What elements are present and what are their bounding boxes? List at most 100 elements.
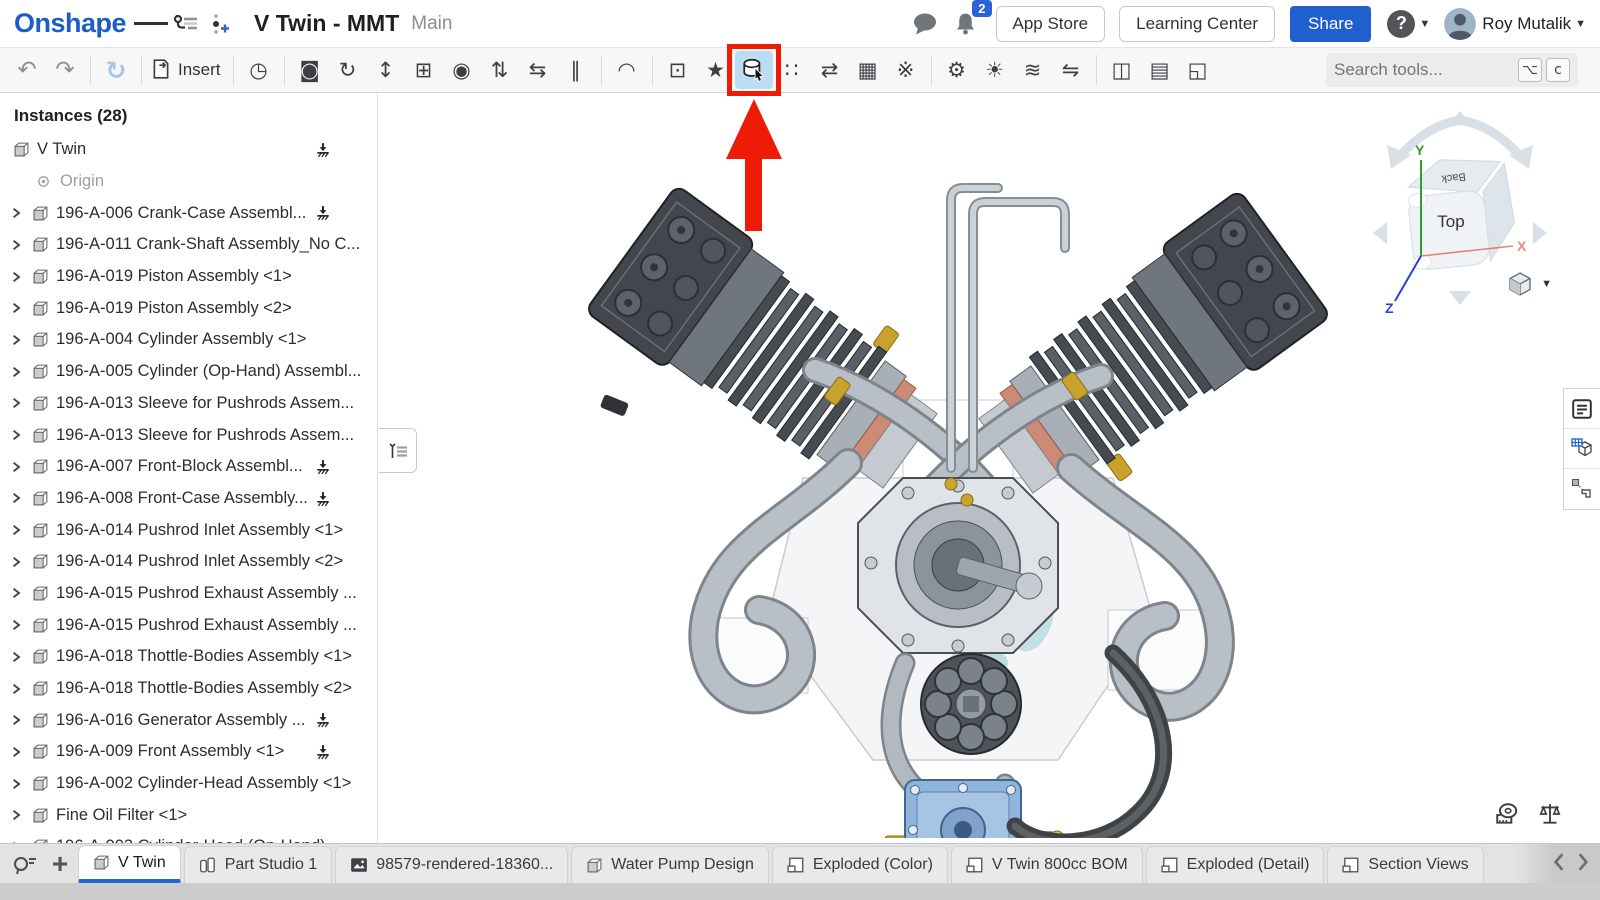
rollback-sync-button[interactable]: ↻: [97, 51, 135, 89]
app-store-button[interactable]: App Store: [996, 6, 1106, 42]
undo-button[interactable]: ↶: [8, 51, 46, 89]
tree-row[interactable]: 196-A-019 Piston Assembly <2>: [0, 292, 377, 324]
spring-button[interactable]: ≋: [1014, 51, 1052, 89]
branch-create-icon[interactable]: [202, 7, 236, 41]
mate-connector-button[interactable]: ★: [697, 51, 735, 89]
tree-row[interactable]: 196-A-016 Generator Assembly ...: [0, 704, 377, 736]
help-caret-icon[interactable]: ▼: [1419, 18, 1430, 30]
bom-button[interactable]: ▤: [1141, 51, 1179, 89]
expand-chevron-icon[interactable]: [10, 714, 32, 726]
expand-chevron-icon[interactable]: [10, 302, 32, 314]
expand-chevron-icon[interactable]: [10, 778, 32, 790]
expand-chevron-icon[interactable]: [10, 461, 32, 473]
tree-row[interactable]: 196-A-009 Front Assembly <1>: [0, 736, 377, 768]
mate-planar-button[interactable]: ⊞: [405, 51, 443, 89]
expand-chevron-icon[interactable]: [10, 683, 32, 695]
mate-cylindrical-button[interactable]: ⇅: [481, 51, 519, 89]
expand-chevron-icon[interactable]: [10, 746, 32, 758]
section-view-button[interactable]: ◫: [1103, 51, 1141, 89]
versions-icon[interactable]: [168, 7, 202, 41]
mate-revolute-button[interactable]: ↻: [329, 51, 367, 89]
update-in-context-button[interactable]: ⇄: [811, 51, 849, 89]
expand-chevron-icon[interactable]: [10, 239, 32, 251]
box-select-button[interactable]: ⊡: [659, 51, 697, 89]
main-menu-icon[interactable]: [134, 7, 168, 41]
expand-chevron-icon[interactable]: [10, 397, 32, 409]
share-button[interactable]: Share: [1290, 6, 1371, 42]
tab-part-studio-1[interactable]: Part Studio 1: [184, 846, 333, 883]
expand-chevron-icon[interactable]: [10, 334, 32, 346]
tree-row[interactable]: V Twin: [0, 134, 377, 166]
feature-list-flyout-toggle[interactable]: [379, 428, 417, 473]
mate-ball-button[interactable]: ◉: [443, 51, 481, 89]
tab-v-twin[interactable]: V Twin: [78, 845, 181, 883]
tree-row[interactable]: 196-A-006 Crank-Case Assembl...: [0, 197, 377, 229]
tab-98579-rendered-18360[interactable]: 98579-rendered-18360...: [335, 846, 568, 883]
mate-fastened-button[interactable]: ◙: [291, 51, 329, 89]
expand-chevron-icon[interactable]: [10, 651, 32, 663]
tree-row[interactable]: 196-A-019 Piston Assembly <1>: [0, 261, 377, 293]
expand-chevron-icon[interactable]: [10, 524, 32, 536]
mass-properties-icon[interactable]: [1538, 802, 1562, 829]
expand-chevron-icon[interactable]: [10, 587, 32, 599]
measure-icon[interactable]: [1494, 802, 1520, 829]
redo-button[interactable]: ↷: [46, 51, 84, 89]
sprocket-button[interactable]: ☀: [976, 51, 1014, 89]
expand-chevron-icon[interactable]: [10, 809, 32, 821]
tree-row[interactable]: 196-A-015 Pushrod Exhaust Assembly ...: [0, 578, 377, 610]
exploded-view-button[interactable]: ◱: [1179, 51, 1217, 89]
insert-button[interactable]: Insert: [148, 51, 227, 89]
search-tools-box[interactable]: ⌥ c: [1326, 53, 1578, 87]
circular-pattern-button[interactable]: ※: [887, 51, 925, 89]
user-menu-caret-icon[interactable]: ▼: [1575, 18, 1586, 30]
user-name[interactable]: Roy Mutalik: [1482, 14, 1571, 34]
tree-row[interactable]: 196-A-018 Thottle-Bodies Assembly <2>: [0, 673, 377, 705]
tabs-scroll-left-icon[interactable]: [1552, 852, 1566, 875]
tab-v-twin-800cc-bom[interactable]: V Twin 800cc BOM: [951, 846, 1143, 883]
tab-section-views[interactable]: Section Views: [1327, 846, 1483, 883]
manage-tabs-search-icon[interactable]: [6, 844, 42, 883]
mate-slider-button[interactable]: ↕: [367, 51, 405, 89]
tree-row[interactable]: 196-A-004 Cylinder Assembly <1>: [0, 324, 377, 356]
configurations-panel-button[interactable]: [1564, 469, 1600, 509]
help-icon[interactable]: ?: [1387, 10, 1415, 38]
expand-chevron-icon[interactable]: [10, 619, 32, 631]
tab-exploded-color[interactable]: Exploded (Color): [772, 846, 948, 883]
chat-icon[interactable]: [909, 7, 943, 41]
expand-chevron-icon[interactable]: [10, 207, 32, 219]
tree-row[interactable]: 196-A-013 Sleeve for Pushrods Assem...: [0, 419, 377, 451]
mate-pin-slot-button[interactable]: ⇆: [519, 51, 557, 89]
mate-parallel-button[interactable]: ∥: [557, 51, 595, 89]
mate-tangent-button[interactable]: ◠: [608, 51, 646, 89]
search-tools-input[interactable]: [1334, 60, 1514, 80]
tree-row[interactable]: 196-A-005 Cylinder (Op-Hand) Assembl...: [0, 356, 377, 388]
tree-row[interactable]: 196-A-018 Thottle-Bodies Assembly <1>: [0, 641, 377, 673]
tree-row[interactable]: 196-A-014 Pushrod Inlet Assembly <2>: [0, 546, 377, 578]
avatar[interactable]: [1444, 8, 1476, 40]
tree-row[interactable]: 196-A-013 Sleeve for Pushrods Assem...: [0, 388, 377, 420]
instances-list-panel-button[interactable]: [1564, 389, 1600, 429]
gear-button[interactable]: ⚙: [938, 51, 976, 89]
expand-chevron-icon[interactable]: [10, 366, 32, 378]
tree-row[interactable]: 196-A-003 Cylinder-Head (Op-Hand) ...: [0, 831, 377, 843]
tree-row[interactable]: 196-A-007 Front-Block Assembl...: [0, 451, 377, 483]
belt-button[interactable]: ⇋: [1052, 51, 1090, 89]
expand-chevron-icon[interactable]: [10, 429, 32, 441]
tree-row[interactable]: Fine Oil Filter <1>: [0, 799, 377, 831]
learning-center-button[interactable]: Learning Center: [1119, 6, 1275, 42]
engine-3d-model[interactable]: [553, 148, 1363, 838]
tree-row[interactable]: 196-A-002 Cylinder-Head Assembly <1>: [0, 768, 377, 800]
expand-chevron-icon[interactable]: [10, 556, 32, 568]
named-positions-button[interactable]: ◷: [240, 51, 278, 89]
tab-exploded-detail[interactable]: Exploded (Detail): [1146, 846, 1325, 883]
tree-row[interactable]: 196-A-015 Pushrod Exhaust Assembly ...: [0, 609, 377, 641]
replicate-button[interactable]: ∷: [773, 51, 811, 89]
workspace-name[interactable]: Main: [411, 13, 452, 35]
tree-row[interactable]: 196-A-014 Pushrod Inlet Assembly <1>: [0, 514, 377, 546]
view-cube-top-label[interactable]: Top: [1437, 212, 1464, 231]
expand-chevron-icon[interactable]: [10, 492, 32, 504]
tree-row[interactable]: 196-A-011 Crank-Shaft Assembly_No C...: [0, 229, 377, 261]
tree-row[interactable]: 196-A-008 Front-Case Assembly...: [0, 483, 377, 515]
create-tab-button[interactable]: +: [42, 844, 78, 883]
insert-mate-connector-button[interactable]: [735, 51, 773, 89]
